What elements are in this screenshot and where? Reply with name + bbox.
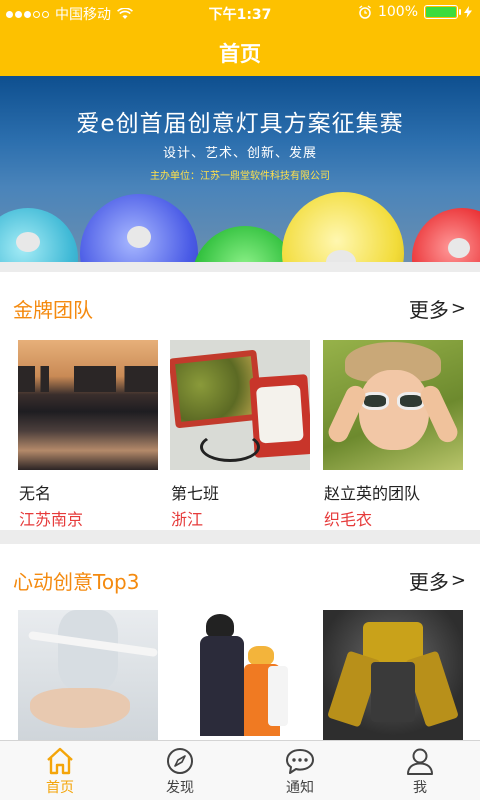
team-thumbnail-city-sunset [18,340,158,470]
tab-notifications[interactable]: 通知 [240,741,360,800]
tab-label: 首页 [46,780,74,796]
battery-percent: 100% [377,4,418,20]
team-card[interactable]: 第七班 浙江 [170,340,310,530]
team-name: 无名 [19,484,52,503]
home-icon [47,747,73,775]
idea-thumbnail-anime-characters [170,610,310,740]
team-card[interactable]: 赵立英的团队 织毛衣 [323,340,463,530]
top3-section: 心动创意Top3 更多 > [0,544,480,740]
lamp-disc-cyan [0,208,78,262]
more-link-label: 更多 [408,570,449,594]
team-name: 第七班 [171,484,220,503]
team-location: 江苏南京 [19,510,84,529]
idea-card[interactable] [323,610,463,740]
tab-me[interactable]: 我 [360,741,480,800]
battery-icon [424,5,461,19]
tab-discover[interactable]: 发现 [120,741,240,800]
lamp-disc-yellow [282,192,404,262]
tab-label: 通知 [286,780,314,796]
tab-label: 发现 [166,780,194,796]
charging-icon [464,6,472,18]
team-location: 浙江 [171,510,204,529]
page-title: 首页 [219,42,261,66]
idea-thumbnail-robot [323,610,463,740]
team-thumbnail-lunch-box [170,340,310,470]
compass-icon [167,748,193,774]
lamp-disc-blue [80,194,198,262]
tab-home[interactable]: 首页 [0,741,120,800]
banner-organizer: 主办单位：江苏一鼎堂软件科技有限公司 [150,171,330,182]
banner-title: 爱e创首届创意灯具方案征集赛 [76,111,404,137]
banner-subtitle: 设计、艺术、创新、发展 [162,146,317,161]
gold-team-section: 金牌团队 更多 > 无名 江苏南京 第七班 浙江 赵立英的团队 织毛衣 [0,272,480,530]
top-header: 中国移动 下午1:37 100% 首页 [0,0,480,76]
lamp-disc-red [412,208,480,262]
tab-label: 我 [413,780,427,796]
more-link[interactable]: 更多 > [409,294,466,323]
team-thumbnail-girl-sunglasses [323,340,463,470]
alarm-icon [359,5,371,19]
team-name: 赵立英的团队 [324,484,421,503]
section-title: 金牌团队 [13,298,93,322]
person-icon [407,748,433,775]
promo-banner[interactable]: 爱e创首届创意灯具方案征集赛 设计、艺术、创新、发展 主办单位：江苏一鼎堂软件科… [0,76,480,262]
more-link-label: 更多 [408,298,449,322]
chevron-right-icon: > [450,298,466,319]
more-link[interactable]: 更多 > [409,566,466,595]
team-card[interactable]: 无名 江苏南京 [18,340,158,530]
idea-card[interactable] [18,610,158,740]
bottom-tab-bar: 首页 发现 通知 我 [0,740,480,800]
idea-thumbnail-hand-lamp [18,610,158,740]
chat-bubble-icon [286,749,314,774]
team-location: 织毛衣 [324,510,373,529]
section-title: 心动创意Top3 [13,570,140,594]
chevron-right-icon: > [450,570,466,591]
idea-card[interactable] [170,610,310,740]
status-bar: 中国移动 下午1:37 100% [0,0,480,26]
